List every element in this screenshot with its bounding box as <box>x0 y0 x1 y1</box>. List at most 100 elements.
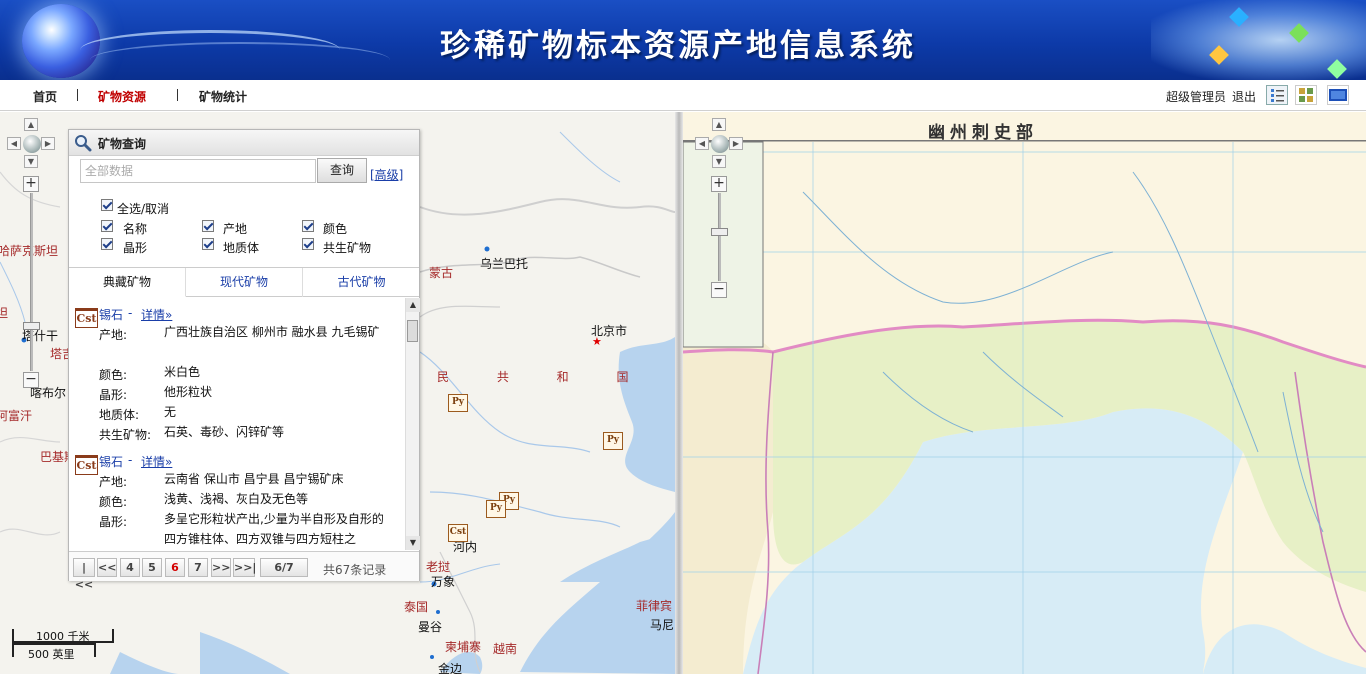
detail-link[interactable]: 详情» <box>141 306 172 323</box>
globe-icon[interactable] <box>23 135 41 153</box>
mineral-marker[interactable]: Py <box>448 394 468 412</box>
tab-ancient-minerals[interactable]: 古代矿物 <box>303 268 420 297</box>
map-label-beijing: 北京市 <box>591 324 628 338</box>
field-key: 地质体: <box>99 408 140 422</box>
scroll-down-icon[interactable]: ▼ <box>406 536 420 550</box>
decorative-swoosh <box>90 42 390 78</box>
map-label-manila: 马尼 <box>650 618 675 632</box>
map-navigation-control: ▲ ◀ ▶ ▼ + − <box>683 118 743 308</box>
map-divider[interactable] <box>675 112 683 674</box>
pan-left-icon[interactable]: ◀ <box>7 137 21 150</box>
magnifier-icon <box>75 135 92 152</box>
pan-up-icon[interactable]: ▲ <box>712 118 726 131</box>
globe-logo-icon <box>22 4 100 78</box>
zoom-slider-track[interactable] <box>718 193 721 281</box>
select-all-checkbox[interactable] <box>101 199 113 211</box>
field-checkbox-crystal-form[interactable] <box>101 238 113 250</box>
nav-item-mineral-resources[interactable]: 矿物资源 <box>98 88 146 105</box>
field-checkbox-geology[interactable] <box>202 238 214 250</box>
zoom-in-button[interactable]: + <box>23 176 39 192</box>
field-key: 产地: <box>99 475 128 489</box>
field-value: 浅黄、浅褐、灰白及无色等 <box>164 492 309 506</box>
zoom-slider-track[interactable] <box>30 193 33 371</box>
mineral-marker[interactable]: Cst <box>448 524 468 542</box>
query-button[interactable]: 查询 <box>317 158 367 183</box>
result-list-scrollbar[interactable]: ▲ ▼ <box>405 298 420 550</box>
page-button[interactable]: 7 <box>188 558 208 577</box>
scale-mi-label: 500 英里 <box>28 648 75 661</box>
map-label-bangkok: 曼谷 <box>418 620 443 634</box>
page-indicator[interactable]: 6/7 <box>260 558 308 577</box>
system-title: 珍稀矿物标本资源产地信息系统 <box>440 28 916 64</box>
field-value: 他形粒状 <box>164 385 213 399</box>
page-button[interactable]: 5 <box>142 558 162 577</box>
field-value: 米白色 <box>164 365 201 379</box>
field-value: 云南省 保山市 昌宁县 昌宁锡矿床 <box>164 472 344 486</box>
scrollbar-thumb[interactable] <box>407 320 418 342</box>
nav-item-mineral-statistics[interactable]: 矿物统计 <box>199 88 247 105</box>
field-checkbox-associated[interactable] <box>302 238 314 250</box>
map-label-afghanistan: 阿富汗 <box>0 409 33 423</box>
list-view-button[interactable] <box>1266 85 1288 105</box>
username: 超级管理员 <box>1166 90 1227 104</box>
zoom-in-button[interactable]: + <box>711 176 727 192</box>
pan-down-icon[interactable]: ▼ <box>24 155 38 168</box>
pan-right-icon[interactable]: ▶ <box>729 137 743 150</box>
grid-view-button[interactable] <box>1295 85 1317 105</box>
map-view-button[interactable] <box>1327 85 1349 105</box>
field-value: 广西壮族自治区 柳州市 融水县 九毛锡矿 <box>164 325 380 339</box>
field-label-geology: 地质体 <box>223 241 260 255</box>
map-label-mongolia: 蒙古 <box>429 266 454 280</box>
mineral-name-link[interactable]: 锡石 <box>99 306 123 323</box>
nav-item-home[interactable]: 首页 <box>33 88 57 105</box>
search-input[interactable] <box>80 159 316 183</box>
nav-separator <box>77 89 78 101</box>
map-navigation-control: ▲ ◀ ▶ ▼ + − <box>0 118 55 403</box>
zoom-out-button[interactable]: − <box>711 282 727 298</box>
select-all-label: 全选/取消 <box>117 202 170 216</box>
prev-page-button[interactable]: << <box>97 558 117 577</box>
logout-link[interactable]: 退出 <box>1232 88 1256 105</box>
right-map-background <box>683 112 1366 674</box>
map-label-prc: 民 共 和 国 <box>437 370 651 384</box>
mineral-marker[interactable]: Py <box>486 500 506 518</box>
zoom-slider-thumb[interactable] <box>711 228 728 236</box>
tab-modern-minerals[interactable]: 现代矿物 <box>186 268 303 297</box>
mineral-query-panel: 矿物查询 查询 [高级] 全选/取消 名称 产地 颜色 晶形 地质体 共生矿物 … <box>68 129 420 591</box>
first-page-button[interactable]: |<< <box>73 558 95 591</box>
right-historical-map[interactable]: 幽州刺史部 ▲ ◀ ▶ ▼ + − <box>683 112 1366 674</box>
next-page-button[interactable]: >> <box>211 558 231 577</box>
pan-up-icon[interactable]: ▲ <box>24 118 38 131</box>
zoom-out-button[interactable]: − <box>23 372 39 388</box>
list-item: Cst 锡石 - 详情» 产地: 云南省 保山市 昌宁县 昌宁锡矿床 颜色: 浅… <box>69 451 405 550</box>
field-checkbox-origin[interactable] <box>202 220 214 232</box>
map-label-ulaanbaatar: 乌兰巴托 <box>480 257 529 271</box>
page-button-current[interactable]: 6 <box>165 558 185 577</box>
cst-badge-icon: Cst <box>75 455 98 475</box>
field-value: 无 <box>164 405 177 419</box>
globe-icon[interactable] <box>711 135 729 153</box>
map-view-icon <box>1329 89 1347 101</box>
mineral-marker[interactable]: Py <box>603 432 623 450</box>
detail-link[interactable]: 详情» <box>141 453 172 470</box>
advanced-search-link[interactable]: [高级] <box>370 166 403 183</box>
scroll-up-icon[interactable]: ▲ <box>406 298 420 312</box>
pan-right-icon[interactable]: ▶ <box>41 137 55 150</box>
pagination: |<< << 4 5 6 7 >> >>| 6/7 共67条记录 <box>69 551 419 591</box>
header-banner: 珍稀矿物标本资源产地信息系统 <box>0 0 1366 80</box>
tab-collected-minerals[interactable]: 典藏矿物 <box>69 268 186 297</box>
field-checkbox-color[interactable] <box>302 220 314 232</box>
map-label-cambodia: 柬埔寨 <box>445 640 482 654</box>
pan-left-icon[interactable]: ◀ <box>695 137 709 150</box>
last-page-button[interactable]: >>| <box>233 558 256 577</box>
zoom-slider-thumb[interactable] <box>23 322 40 330</box>
pan-down-icon[interactable]: ▼ <box>712 155 726 168</box>
panel-title: 矿物查询 <box>98 137 147 151</box>
field-label-crystal-form: 晶形 <box>123 241 148 255</box>
field-key: 晶形: <box>99 388 128 402</box>
mineral-name-link[interactable]: 锡石 <box>99 453 123 470</box>
map-label-thailand: 泰国 <box>404 600 429 614</box>
field-checkbox-name[interactable] <box>101 220 113 232</box>
mineral-tabs: 典藏矿物 现代矿物 古代矿物 <box>69 267 419 297</box>
page-button[interactable]: 4 <box>120 558 140 577</box>
